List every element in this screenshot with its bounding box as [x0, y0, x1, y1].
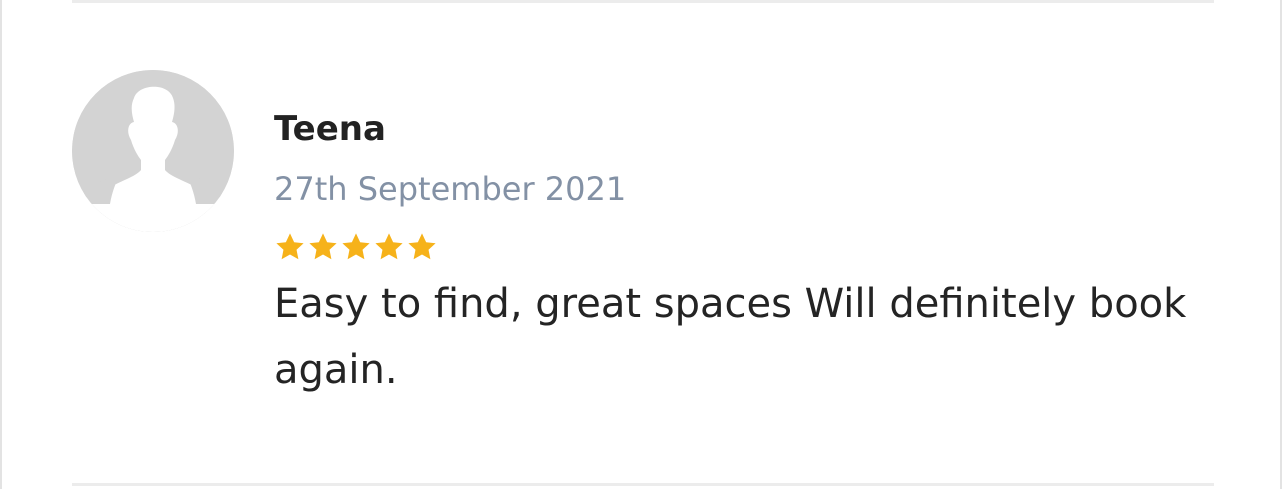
star-icon	[276, 233, 304, 260]
review-date: 27th September 2021	[274, 170, 627, 208]
star-icon	[375, 233, 403, 260]
review-text: Easy to find, great spaces Will definite…	[274, 281, 1187, 393]
star-icon	[342, 233, 370, 260]
top-divider	[72, 0, 1214, 3]
star-icon	[309, 233, 337, 260]
review-content: Teena 27th September 2021 Easy to find, …	[274, 108, 1214, 403]
star-rating	[274, 231, 1214, 263]
user-placeholder-icon	[72, 70, 234, 232]
review-item: Teena 27th September 2021 Easy to find, …	[72, 70, 1214, 470]
review-panel: Teena 27th September 2021 Easy to find, …	[0, 0, 1282, 489]
reviewer-name: Teena	[274, 109, 386, 149]
bottom-divider	[72, 483, 1214, 486]
star-icon	[408, 233, 436, 260]
